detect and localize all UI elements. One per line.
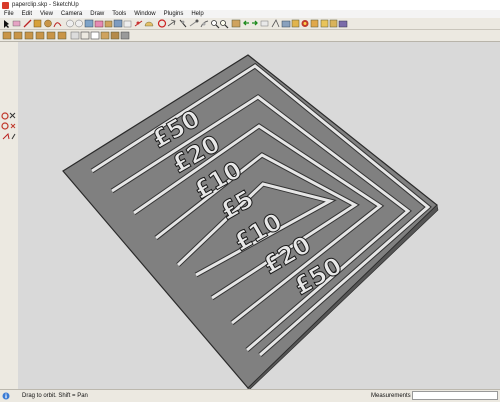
move-icon[interactable]: [66, 19, 74, 28]
main-toolbar: [0, 18, 500, 30]
tape-icon[interactable]: [123, 20, 132, 28]
offset-icon[interactable]: [113, 19, 123, 28]
zoom-extents-icon[interactable]: [231, 19, 241, 28]
get-models-icon[interactable]: [320, 19, 329, 28]
section-icon[interactable]: [291, 19, 300, 28]
zoom-icon[interactable]: [1, 122, 9, 130]
model-canvas[interactable]: £50 £20 £10 £5 £10 £20 £50: [18, 42, 500, 392]
status-bar: Drag to orbit. Shift = Pan Measurements: [0, 389, 500, 402]
iso-view-icon[interactable]: [2, 31, 12, 40]
walk-icon[interactable]: [2, 132, 16, 140]
monochrome-icon[interactable]: [120, 31, 130, 40]
menu-help[interactable]: Help: [187, 11, 207, 17]
eraser-icon[interactable]: [12, 20, 21, 27]
back-view-icon[interactable]: [46, 31, 56, 40]
lookaround-icon[interactable]: [281, 20, 291, 28]
3dtext-icon[interactable]: [179, 19, 187, 28]
pan-icon[interactable]: [9, 112, 16, 119]
position-camera-icon[interactable]: [260, 20, 269, 27]
arc-icon[interactable]: [53, 22, 62, 28]
pushpull-icon[interactable]: [75, 19, 83, 28]
walk-icon[interactable]: [271, 19, 280, 28]
zoom-window-icon[interactable]: [220, 20, 229, 29]
select-icon[interactable]: [4, 20, 9, 28]
orbit-icon[interactable]: [189, 19, 199, 27]
left-toolbar: [0, 42, 18, 389]
views-toolbar-icons: [2, 31, 130, 40]
pan-icon[interactable]: [200, 20, 209, 28]
info-icon[interactable]: [2, 392, 10, 400]
top-view-icon[interactable]: [13, 31, 23, 40]
scale-icon[interactable]: [104, 20, 113, 28]
followme-icon[interactable]: [94, 20, 104, 28]
zoom-icon[interactable]: [211, 20, 220, 29]
line-icon[interactable]: [23, 19, 32, 28]
menu-view[interactable]: View: [36, 11, 57, 17]
wireframe-icon[interactable]: [80, 31, 90, 40]
right-view-icon[interactable]: [35, 31, 45, 40]
menu-window[interactable]: Window: [130, 11, 159, 17]
views-toolbar: [0, 30, 500, 42]
xray-icon[interactable]: [70, 31, 80, 40]
measurements-input[interactable]: [412, 391, 498, 400]
menu-draw[interactable]: Draw: [86, 11, 108, 17]
status-hint: Drag to orbit. Shift = Pan: [22, 393, 88, 399]
menu-bar: File Edit View Camera Draw Tools Window …: [0, 10, 500, 18]
left-view-icon[interactable]: [57, 31, 67, 40]
front-view-icon[interactable]: [24, 31, 34, 40]
dimension-icon[interactable]: [134, 20, 143, 27]
previous-icon[interactable]: [243, 20, 249, 26]
circle-icon[interactable]: [44, 19, 52, 28]
shaded-textures-icon[interactable]: [110, 31, 120, 40]
main-toolbar-icons: [4, 19, 348, 29]
menu-plugins[interactable]: Plugins: [160, 11, 188, 17]
menu-file[interactable]: File: [0, 11, 18, 17]
paint-icon[interactable]: [301, 20, 309, 27]
hidden-line-icon[interactable]: [90, 31, 100, 40]
axes-icon[interactable]: [167, 19, 176, 27]
measurements-label: Measurements: [371, 393, 411, 399]
protractor-icon[interactable]: [144, 21, 154, 27]
rectangle-icon[interactable]: [33, 19, 42, 28]
orbit-icon[interactable]: [1, 112, 9, 120]
share-model-icon[interactable]: [329, 19, 338, 28]
text-icon[interactable]: [157, 19, 167, 28]
component-icon[interactable]: [310, 19, 319, 28]
zoom-extents-icon[interactable]: [10, 123, 16, 129]
menu-camera[interactable]: Camera: [57, 11, 86, 17]
left-toolbar-icons: [1, 112, 16, 140]
title-bar: paperclip.skp - SketchUp: [0, 0, 500, 10]
next-icon[interactable]: [252, 20, 258, 26]
extension-icon[interactable]: [338, 20, 348, 28]
rotate-icon[interactable]: [84, 19, 94, 28]
sketchup-app-icon: [2, 1, 9, 9]
window-title: paperclip.skp - SketchUp: [12, 2, 79, 8]
menu-edit[interactable]: Edit: [18, 11, 36, 17]
drawing-viewport[interactable]: £50 £20 £10 £5 £10 £20 £50: [18, 42, 500, 392]
menu-tools[interactable]: Tools: [108, 11, 130, 17]
shaded-icon[interactable]: [100, 31, 110, 40]
